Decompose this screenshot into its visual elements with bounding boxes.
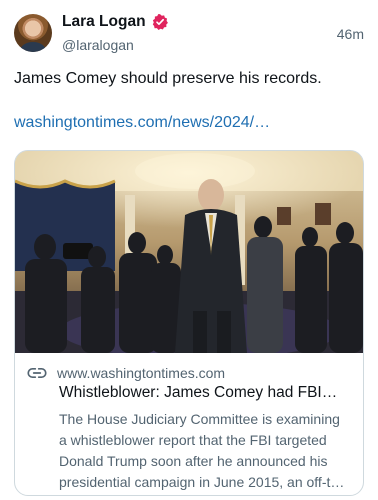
card-meta: www.washingtontimes.com Whistleblower: J… xyxy=(15,353,363,495)
author-name-row: Lara Logan xyxy=(62,13,169,31)
link-icon xyxy=(27,368,47,378)
card-description-line: The House Judiciary Committee is examini… xyxy=(59,411,340,427)
tweet-text: James Comey should preserve his records. xyxy=(14,70,322,87)
card-description-line: a whistleblower report that the FBI targ… xyxy=(59,432,327,448)
news-photo xyxy=(15,151,363,353)
tweet-header: Lara Logan @laralogan 46m xyxy=(14,10,364,58)
tweet-link[interactable]: washingtontimes.com/news/2024/… xyxy=(14,114,270,132)
author-handle[interactable]: @laralogan xyxy=(62,37,134,53)
card-description: The House Judiciary Committee is examini… xyxy=(59,409,355,493)
avatar[interactable] xyxy=(14,14,52,52)
card-title: Whistleblower: James Comey had FBI… xyxy=(59,384,338,401)
card-domain-row: www.washingtontimes.com xyxy=(27,365,225,381)
card-description-line: Donald Trump soon after he announced his xyxy=(59,453,328,469)
timestamp[interactable]: 46m xyxy=(337,26,364,42)
link-preview-card[interactable]: www.washingtontimes.com Whistleblower: J… xyxy=(14,150,364,496)
card-domain: www.washingtontimes.com xyxy=(57,365,226,381)
card-description-line: presidential campaign in June 2015, an o… xyxy=(59,474,345,490)
author-name[interactable]: Lara Logan xyxy=(62,13,146,31)
verified-badge-icon xyxy=(152,14,168,30)
